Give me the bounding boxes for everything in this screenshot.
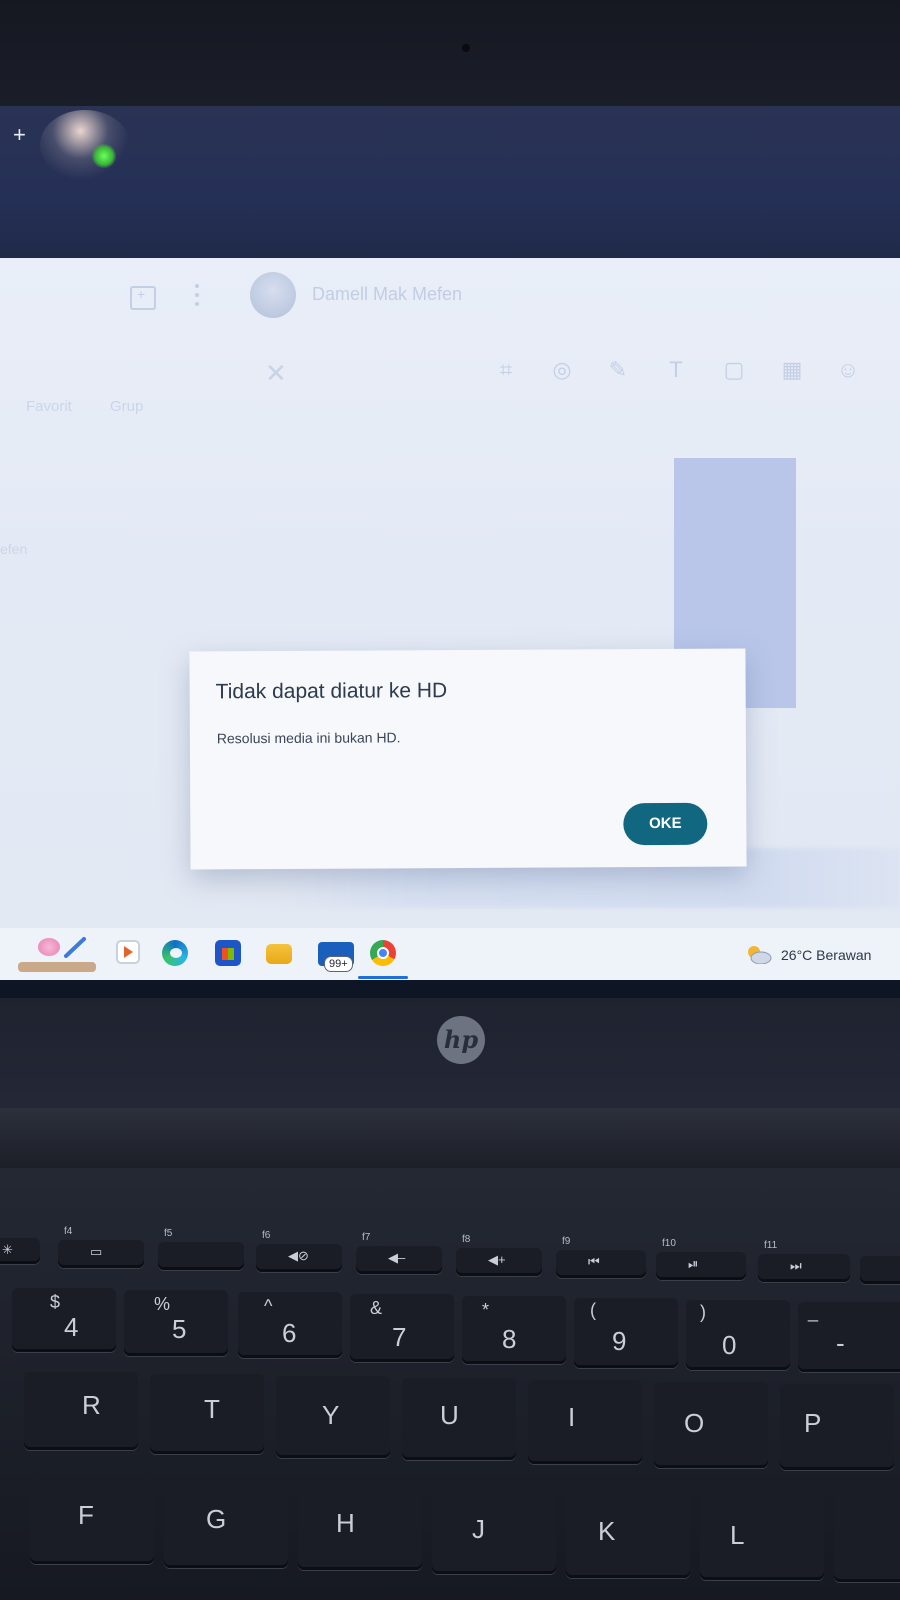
chrome-icon[interactable] [370,940,396,966]
dialog-title: Tidak dapat diatur ke HD [215,679,448,704]
active-app-indicator [358,976,408,979]
key-f8: f8 ◀+ [456,1234,542,1276]
store-icon[interactable] [215,940,241,966]
key-f5: f5 [158,1228,244,1270]
dialog-message: Resolusi media ini bukan HD. [216,729,401,747]
key-r: R [24,1372,138,1450]
webcam [462,44,470,52]
contact-name: Damell Mak Mefen [312,284,463,304]
new-chat-icon[interactable] [130,286,156,310]
key-k: K [566,1482,690,1578]
laptop-hinge [0,1108,900,1168]
tab-groups[interactable]: Grup [110,398,143,415]
more-options-icon[interactable] [195,284,199,308]
key-u: U [402,1378,516,1460]
key-minus: _ - [798,1302,900,1372]
close-icon[interactable]: ✕ [265,358,287,389]
pen-icon[interactable]: ✎ [606,358,630,382]
key-4: $4 [12,1288,116,1352]
key-y: Y [276,1376,390,1458]
taskbar: 99+ 26°C Berawan [0,928,900,980]
edge-icon[interactable] [162,940,188,966]
key-f12 [860,1256,900,1284]
key-o: O [654,1382,768,1468]
file-explorer-icon[interactable] [266,944,292,964]
weather-cloudy-icon[interactable] [744,944,772,964]
tab-favorites[interactable]: Favorit [26,398,72,415]
laptop-screen: + Damell Mak Mefen ✕ ⌗ ◎ ✎ T ▢ ▦ ☺ Favor… [0,106,900,998]
window-titlebar-area: + [0,106,900,258]
key-i: I [528,1380,642,1464]
laptop-top-bezel [0,0,900,110]
hd-error-dialog: Tidak dapat diatur ke HD Resolusi media … [189,648,747,870]
key-l: L [700,1484,824,1580]
key-t: T [150,1374,264,1454]
hp-logo: hp [437,1016,485,1064]
widgets-flower-icon[interactable] [18,936,96,972]
weather-text[interactable]: 26°C Berawan [781,947,871,963]
key-0: ) 0 [686,1300,790,1370]
key-f7: f7 ◀– [356,1232,442,1274]
chat-list-item-name[interactable]: efen [0,541,27,557]
key-f4: f4 ▭ [58,1226,144,1268]
light-glare [40,110,130,180]
key-f6: f6 ◀⊘ [256,1230,342,1272]
key-5: % 5 [124,1290,228,1356]
text-icon[interactable]: T [664,358,688,382]
key-f10: f10 ⏯ [656,1238,746,1280]
crop-icon[interactable]: ⌗ [494,358,518,382]
key-p: P [780,1384,894,1470]
key-j: J [432,1480,556,1574]
key-semicolon [834,1486,900,1582]
emoji-icon[interactable]: ☺ [836,358,860,382]
key-f3: ✳ [0,1238,40,1264]
media-player-icon[interactable] [116,940,140,964]
key-7: & 7 [350,1294,454,1362]
key-g: G [164,1476,288,1568]
blur-icon[interactable]: ▦ [780,358,804,382]
key-8: * 8 [462,1296,566,1364]
new-tab-button[interactable]: + [13,124,26,146]
light-glare-green [92,144,116,168]
filter-icon[interactable]: ◎ [550,358,574,382]
key-f11: f11 ⏭ [758,1240,850,1282]
key-9: (9 [574,1298,678,1368]
key-h: H [298,1478,422,1570]
shape-icon[interactable]: ▢ [722,358,746,382]
ok-button[interactable]: OKE [623,802,708,846]
key-f: F [30,1474,154,1564]
avatar[interactable] [250,272,296,318]
screen-bottom-edge [0,980,900,998]
mail-badge: 99+ [324,956,353,972]
key-f9: f9 ⏮ [556,1236,646,1278]
chat-app-background: Damell Mak Mefen ✕ ⌗ ◎ ✎ T ▢ ▦ ☺ Favorit… [0,258,900,938]
key-6: ^ 6 [238,1292,342,1358]
keyboard-deck: ✳ f4 ▭ f5 f6 ◀⊘ f7 ◀– f8 ◀+ f9 ⏮ f10 ⏯ f11 ⏭ $4… [0,1168,900,1600]
